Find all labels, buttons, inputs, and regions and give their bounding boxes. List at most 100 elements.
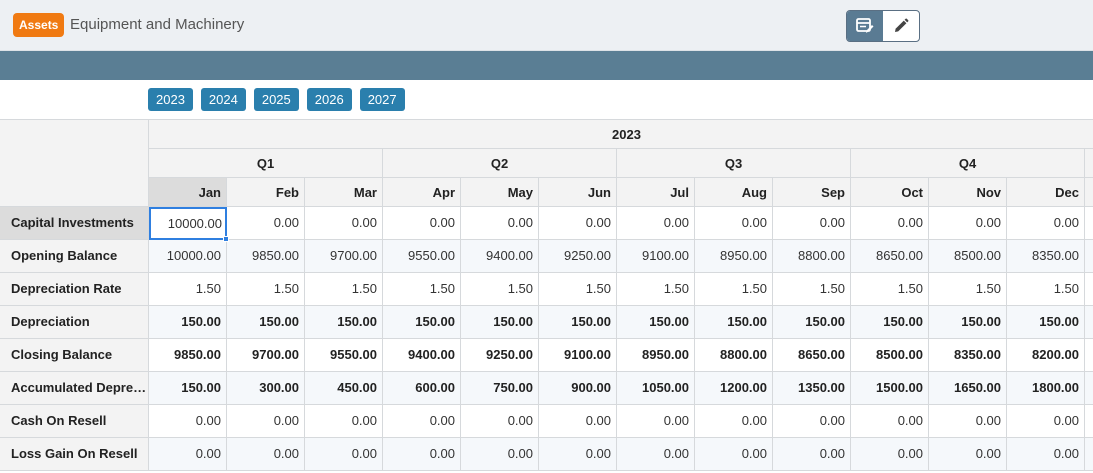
table-cell[interactable]: 0.00 bbox=[149, 438, 227, 471]
table-cell[interactable]: 8950.00 bbox=[617, 339, 695, 372]
table-cell[interactable]: 0.00 bbox=[383, 438, 461, 471]
table-cell[interactable]: 1200.00 bbox=[695, 372, 773, 405]
table-cell[interactable]: 150.00 bbox=[773, 306, 851, 339]
table-cell[interactable]: 0.00 bbox=[1007, 405, 1085, 438]
year-tab-2024[interactable]: 2024 bbox=[200, 88, 246, 111]
table-cell[interactable]: 300.00 bbox=[227, 372, 305, 405]
table-cell[interactable]: 1.50 bbox=[461, 273, 539, 306]
table-cell[interactable]: 0.00 bbox=[539, 438, 617, 471]
table-cell[interactable]: 1.50 bbox=[305, 273, 383, 306]
table-cell[interactable]: 0.00 bbox=[305, 405, 383, 438]
table-cell[interactable]: 150.00 bbox=[461, 306, 539, 339]
table-cell[interactable]: 0.00 bbox=[617, 438, 695, 471]
table-cell[interactable]: 9250.00 bbox=[461, 339, 539, 372]
table-cell[interactable]: 0.00 bbox=[929, 207, 1007, 240]
table-cell[interactable]: 8650.00 bbox=[773, 339, 851, 372]
table-cell[interactable]: 0.00 bbox=[929, 405, 1007, 438]
month-header-may[interactable]: May bbox=[461, 178, 539, 207]
table-cell[interactable]: 0.00 bbox=[305, 438, 383, 471]
table-cell[interactable]: 1.50 bbox=[539, 273, 617, 306]
table-cell[interactable]: 600.00 bbox=[383, 372, 461, 405]
table-cell[interactable]: 0.00 bbox=[851, 438, 929, 471]
table-cell[interactable]: 150.00 bbox=[539, 306, 617, 339]
table-cell[interactable]: 0.00 bbox=[695, 405, 773, 438]
table-cell[interactable]: 9550.00 bbox=[383, 240, 461, 273]
table-cell[interactable]: 8200.00 bbox=[1007, 339, 1085, 372]
table-cell[interactable]: 150.00 bbox=[1007, 306, 1085, 339]
table-cell[interactable]: 0.00 bbox=[539, 405, 617, 438]
table-cell[interactable]: 8800.00 bbox=[773, 240, 851, 273]
table-cell[interactable]: 150.00 bbox=[695, 306, 773, 339]
table-cell[interactable]: 9250.00 bbox=[539, 240, 617, 273]
table-cell[interactable]: 0.00 bbox=[695, 438, 773, 471]
table-cell[interactable]: 900.00 bbox=[539, 372, 617, 405]
month-header-dec[interactable]: Dec bbox=[1007, 178, 1085, 207]
table-cell[interactable]: 1.50 bbox=[851, 273, 929, 306]
table-cell[interactable]: 0.00 bbox=[773, 405, 851, 438]
table-cell[interactable]: 1350.00 bbox=[773, 372, 851, 405]
month-header-sep[interactable]: Sep bbox=[773, 178, 851, 207]
table-cell[interactable]: 150.00 bbox=[149, 306, 227, 339]
month-header-jun[interactable]: Jun bbox=[539, 178, 617, 207]
table-cell[interactable]: 1.50 bbox=[929, 273, 1007, 306]
table-cell[interactable]: 8800.00 bbox=[695, 339, 773, 372]
table-cell[interactable]: 0.00 bbox=[383, 207, 461, 240]
month-header-jan[interactable]: Jan bbox=[149, 178, 227, 207]
table-cell[interactable]: 9400.00 bbox=[383, 339, 461, 372]
table-cell[interactable]: 0.00 bbox=[617, 207, 695, 240]
year-tab-2023[interactable]: 2023 bbox=[148, 88, 193, 111]
month-header-feb[interactable]: Feb bbox=[227, 178, 305, 207]
table-cell[interactable]: 0.00 bbox=[617, 405, 695, 438]
month-header-apr[interactable]: Apr bbox=[383, 178, 461, 207]
table-cell[interactable]: 9850.00 bbox=[227, 240, 305, 273]
table-cell[interactable]: 150.00 bbox=[617, 306, 695, 339]
table-cell[interactable]: 8350.00 bbox=[1007, 240, 1085, 273]
table-edit-view-button[interactable] bbox=[847, 11, 883, 41]
table-cell[interactable]: 1.50 bbox=[617, 273, 695, 306]
month-header-oct[interactable]: Oct bbox=[851, 178, 929, 207]
table-cell[interactable]: 0.00 bbox=[773, 438, 851, 471]
table-cell[interactable]: 1.50 bbox=[149, 273, 227, 306]
table-cell[interactable]: 0.00 bbox=[695, 207, 773, 240]
table-cell[interactable]: 150.00 bbox=[149, 372, 227, 405]
table-cell[interactable]: 1.50 bbox=[227, 273, 305, 306]
table-cell[interactable]: 150.00 bbox=[383, 306, 461, 339]
table-cell[interactable]: 0.00 bbox=[1007, 438, 1085, 471]
table-cell[interactable]: 1.50 bbox=[383, 273, 461, 306]
table-cell[interactable]: 0.00 bbox=[305, 207, 383, 240]
table-cell[interactable]: 0.00 bbox=[461, 438, 539, 471]
table-cell[interactable]: 10000.00 bbox=[149, 207, 227, 240]
table-cell[interactable]: 8500.00 bbox=[929, 240, 1007, 273]
month-header-aug[interactable]: Aug bbox=[695, 178, 773, 207]
table-cell[interactable]: 9850.00 bbox=[149, 339, 227, 372]
table-cell[interactable]: 0.00 bbox=[227, 405, 305, 438]
table-cell[interactable]: 0.00 bbox=[851, 207, 929, 240]
table-cell[interactable]: 9100.00 bbox=[539, 339, 617, 372]
table-cell[interactable]: 1500.00 bbox=[851, 372, 929, 405]
table-cell[interactable]: 8350.00 bbox=[929, 339, 1007, 372]
table-cell[interactable]: 0.00 bbox=[461, 405, 539, 438]
table-cell[interactable]: 0.00 bbox=[383, 405, 461, 438]
table-cell[interactable]: 1050.00 bbox=[617, 372, 695, 405]
table-cell[interactable]: 9100.00 bbox=[617, 240, 695, 273]
table-cell[interactable]: 1.50 bbox=[695, 273, 773, 306]
table-cell[interactable]: 1650.00 bbox=[929, 372, 1007, 405]
table-cell[interactable]: 0.00 bbox=[773, 207, 851, 240]
pencil-edit-button[interactable] bbox=[883, 11, 919, 41]
table-cell[interactable]: 9400.00 bbox=[461, 240, 539, 273]
table-cell[interactable]: 1.50 bbox=[773, 273, 851, 306]
table-cell[interactable]: 9550.00 bbox=[305, 339, 383, 372]
year-tab-2027[interactable]: 2027 bbox=[359, 88, 405, 111]
table-cell[interactable]: 0.00 bbox=[227, 207, 305, 240]
month-header-nov[interactable]: Nov bbox=[929, 178, 1007, 207]
table-cell[interactable]: 150.00 bbox=[929, 306, 1007, 339]
table-cell[interactable]: 0.00 bbox=[461, 207, 539, 240]
table-cell[interactable]: 0.00 bbox=[1007, 207, 1085, 240]
month-header-mar[interactable]: Mar bbox=[305, 178, 383, 207]
table-cell[interactable]: 0.00 bbox=[851, 405, 929, 438]
table-cell[interactable]: 0.00 bbox=[539, 207, 617, 240]
table-cell[interactable]: 0.00 bbox=[929, 438, 1007, 471]
table-cell[interactable]: 10000.00 bbox=[149, 240, 227, 273]
year-tab-2025[interactable]: 2025 bbox=[253, 88, 299, 111]
table-cell[interactable]: 1800.00 bbox=[1007, 372, 1085, 405]
